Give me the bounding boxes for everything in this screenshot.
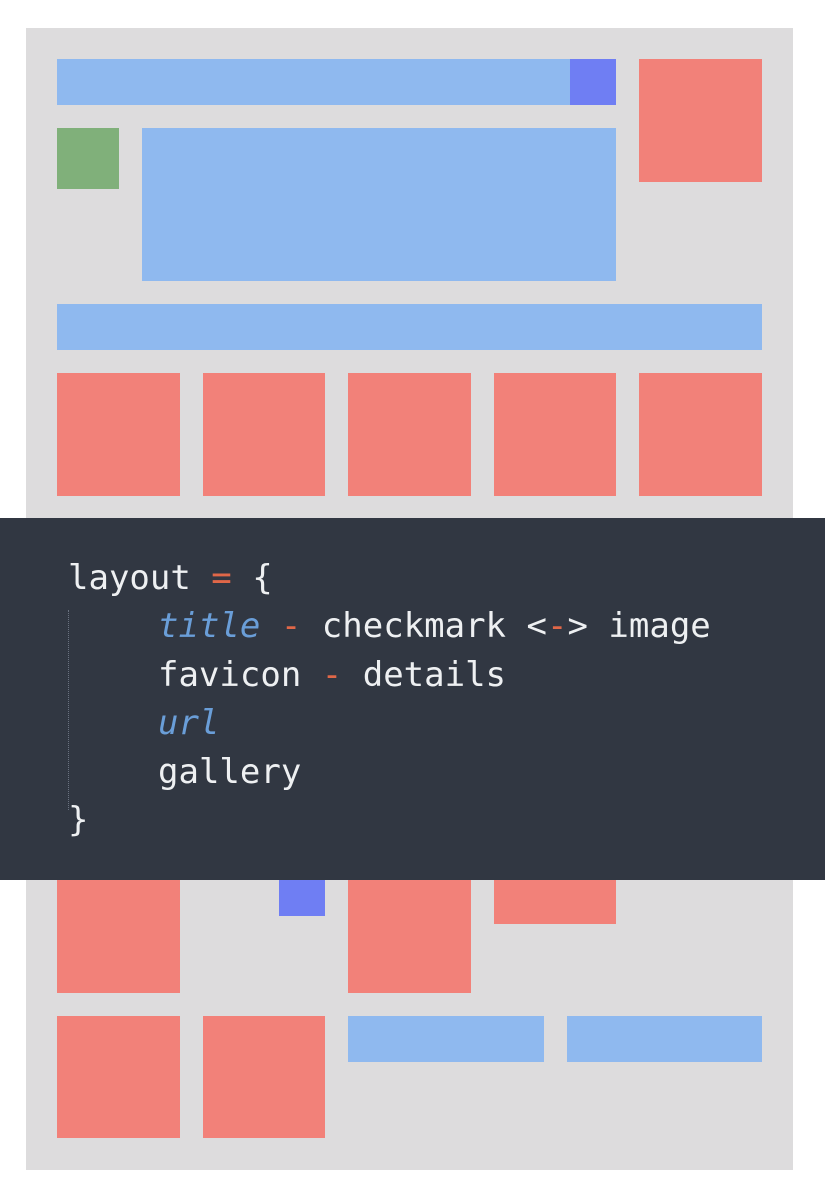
lower-block [203,1016,325,1138]
title-block [57,59,570,105]
code-operator: - [260,606,322,646]
code-operator: - [301,655,363,695]
code-item: title [158,606,261,646]
code-line-6: } [68,796,88,845]
code-line-1: layout = { [68,554,273,603]
lower-block [57,1016,180,1138]
code-operator: - [546,606,568,646]
lower-bar [348,1016,544,1062]
code-identifier: layout [68,558,191,598]
gallery-item [57,373,180,496]
code-item: favicon [158,655,302,695]
lower-bar [567,1016,762,1062]
url-block [57,304,762,350]
indent-guide [68,610,69,810]
details-block [142,128,616,281]
lower-block [57,870,180,993]
favicon-block [57,128,119,189]
code-operator: = [190,558,253,598]
code-item: url [158,703,220,743]
code-operator: < [506,606,547,646]
code-brace: } [68,800,89,840]
gallery-item [203,373,325,496]
code-item: details [362,655,507,695]
code-item: checkmark [321,606,507,646]
checkmark-block [570,59,616,105]
image-block [639,59,762,182]
code-item: gallery [158,752,302,792]
layout-code-block: layout = { title - checkmark <-> image f… [0,518,825,880]
gallery-item [494,373,616,496]
gallery-item [639,373,762,496]
code-line-4: url [158,699,219,748]
lower-block [348,870,471,993]
gallery-item [348,373,471,496]
code-line-3: favicon - details [158,651,506,700]
code-line-5: gallery [158,748,301,797]
code-operator: > [567,606,609,646]
code-brace: { [252,558,273,598]
code-line-2: title - checkmark <-> image [158,602,711,651]
code-item: image [608,606,711,646]
